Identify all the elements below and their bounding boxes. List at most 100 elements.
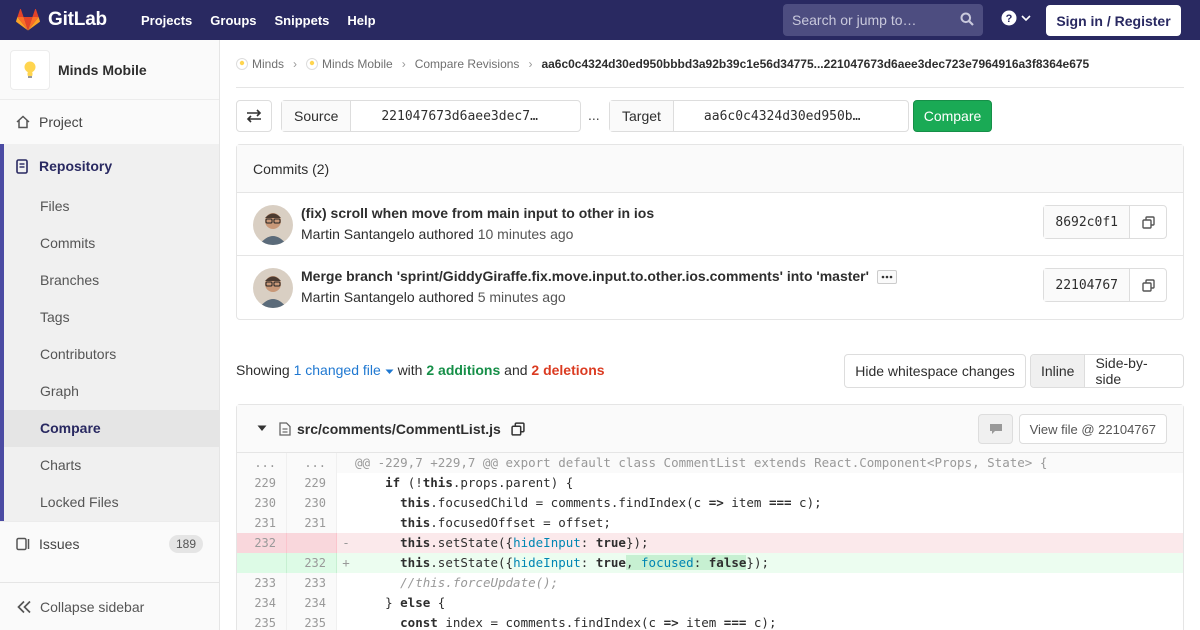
nav-links: Projects Groups Snippets Help (141, 13, 394, 28)
sidebar-item-repository[interactable]: Repository (4, 144, 219, 188)
diff-sign (337, 613, 355, 630)
side-by-side-view-button[interactable]: Side-by-side (1085, 355, 1183, 387)
commit-sha[interactable]: 8692c0f1 (1044, 206, 1130, 238)
file-path[interactable]: src/comments/CommentList.js (297, 421, 501, 437)
source-value: 221047673d6aee3dec7… (381, 108, 538, 124)
changed-files-label: 1 changed file (293, 362, 381, 378)
target-ref-selector[interactable]: Target aa6c0c4324d30ed950b… (609, 100, 909, 132)
new-line-number[interactable]: 229 (287, 473, 337, 493)
new-line-number[interactable]: 232 (287, 553, 337, 573)
new-line-number[interactable]: ... (287, 453, 337, 473)
sign-in-button[interactable]: Sign in / Register (1046, 5, 1181, 36)
old-line-number[interactable]: 233 (237, 573, 287, 593)
author-avatar[interactable] (253, 268, 293, 308)
code-line: this.focusedOffset = offset; (400, 515, 611, 530)
copy-sha-button[interactable] (1130, 206, 1166, 238)
collapse-caret-icon[interactable] (257, 425, 267, 432)
code-line: //this.forceUpdate(); (400, 575, 559, 590)
author-avatar[interactable] (253, 205, 293, 245)
commit-sha[interactable]: 22104767 (1044, 269, 1130, 301)
sidebar-project-header[interactable]: Minds Mobile (0, 40, 219, 100)
brand-name: GitLab (48, 9, 107, 30)
changed-files-dropdown[interactable]: 1 changed file (294, 362, 394, 378)
code-line: if (!this.props.parent) { (385, 475, 574, 490)
help-dropdown[interactable]: ? (1001, 10, 1031, 26)
commit-time: 10 minutes ago (477, 226, 574, 242)
nav-help[interactable]: Help (347, 13, 375, 28)
gitlab-tanuki-icon (16, 9, 40, 31)
diff-line: 233 233 //this.forceUpdate(); (237, 573, 1183, 593)
old-line-number[interactable] (237, 553, 287, 573)
old-line-number[interactable]: 230 (237, 493, 287, 513)
old-line-number[interactable]: 232 (237, 533, 287, 553)
and-label: and (504, 362, 528, 378)
target-value: aa6c0c4324d30ed950b… (703, 108, 861, 124)
copy-sha-button[interactable] (1130, 269, 1166, 301)
sidebar-item-contributors[interactable]: Contributors (4, 336, 219, 373)
toggle-comments-button[interactable] (978, 414, 1013, 444)
sidebar-item-issues-label: Issues (39, 535, 80, 552)
sidebar-item-graph[interactable]: Graph (4, 373, 219, 410)
new-line-number[interactable]: 231 (287, 513, 337, 533)
commit-author[interactable]: Martin Santangelo (301, 226, 415, 242)
diff-file: src/comments/CommentList.js View file @ … (236, 404, 1184, 630)
search-input[interactable]: Search or jump to… (783, 4, 983, 36)
sidebar-item-charts[interactable]: Charts (4, 447, 219, 484)
sidebar-item-compare[interactable]: Compare (4, 410, 219, 447)
double-chevron-left-icon (17, 600, 31, 613)
inline-view-button[interactable]: Inline (1031, 355, 1086, 387)
showing-label: Showing (236, 362, 290, 378)
diff-line: 235 235 const index = comments.findIndex… (237, 613, 1183, 630)
old-line-number[interactable]: 229 (237, 473, 287, 493)
sidebar-repository-section: Repository Files Commits Branches Tags C… (0, 144, 219, 521)
diff-line-added: 232 + this.setState({hideInput: true, fo… (237, 553, 1183, 573)
sidebar-item-files[interactable]: Files (4, 188, 219, 225)
commit-title-row: Merge branch 'sprint/GiddyGiraffe.fix.mo… (301, 268, 897, 285)
breadcrumb-minds-mobile[interactable]: Minds Mobile (306, 57, 393, 71)
commit-title[interactable]: Merge branch 'sprint/GiddyGiraffe.fix.mo… (301, 268, 869, 284)
gitlab-logo[interactable]: GitLab (16, 9, 107, 31)
old-line-number[interactable]: 234 (237, 593, 287, 613)
breadcrumb-current[interactable]: aa6c0c4324d30ed950bbbd3a92b39c1e56d34775… (541, 57, 1089, 71)
issues-count-badge: 189 (168, 534, 203, 553)
breadcrumb-minds-mobile-label: Minds Mobile (322, 56, 393, 71)
commit-author[interactable]: Martin Santangelo (301, 289, 415, 305)
new-line-number[interactable] (287, 533, 337, 553)
issues-icon (16, 537, 32, 551)
sidebar-item-tags[interactable]: Tags (4, 299, 219, 336)
compare-button[interactable]: Compare (913, 100, 992, 132)
sidebar-item-commits[interactable]: Commits (4, 225, 219, 262)
diff-line: 229 229 if (!this.props.parent) { (237, 473, 1183, 493)
view-file-button[interactable]: View file @ 22104767 (1018, 414, 1167, 444)
new-line-number[interactable]: 230 (287, 493, 337, 513)
commit-authored-verb: authored (418, 226, 474, 242)
breadcrumb-compare-revisions[interactable]: Compare Revisions (415, 57, 520, 71)
nav-projects[interactable]: Projects (141, 13, 192, 28)
collapse-sidebar-button[interactable]: Collapse sidebar (0, 582, 219, 630)
commit-title[interactable]: (fix) scroll when move from main input t… (301, 205, 654, 221)
nav-groups[interactable]: Groups (210, 13, 256, 28)
swap-revisions-button[interactable] (236, 100, 272, 132)
sidebar-item-issues[interactable]: Issues 189 (0, 521, 219, 565)
sidebar-item-locked-files[interactable]: Locked Files (4, 484, 219, 521)
group-avatar-icon (236, 57, 248, 70)
hide-whitespace-button[interactable]: Hide whitespace changes (844, 354, 1026, 388)
diff-content: ... ... @@ -229,7 +229,7 @@ export defau… (237, 453, 1183, 630)
svg-text:?: ? (1006, 13, 1013, 25)
deletions-count: 2 deletions (531, 362, 605, 378)
expand-message-button[interactable] (876, 270, 897, 285)
new-line-number[interactable]: 235 (287, 613, 337, 630)
sidebar-item-branches[interactable]: Branches (4, 262, 219, 299)
nav-snippets[interactable]: Snippets (275, 13, 330, 28)
old-line-number[interactable]: 235 (237, 613, 287, 630)
breadcrumb-minds[interactable]: Minds (236, 57, 284, 71)
source-ref-selector[interactable]: Source 221047673d6aee3dec7… (281, 100, 581, 132)
new-line-number[interactable]: 233 (287, 573, 337, 593)
old-line-number[interactable]: ... (237, 453, 287, 473)
compare-bar: Source 221047673d6aee3dec7… ... Target a… (236, 88, 1184, 144)
old-line-number[interactable]: 231 (237, 513, 287, 533)
target-label: Target (610, 101, 674, 131)
sidebar-item-project[interactable]: Project (0, 100, 219, 144)
new-line-number[interactable]: 234 (287, 593, 337, 613)
copy-file-path-button[interactable] (511, 421, 525, 436)
